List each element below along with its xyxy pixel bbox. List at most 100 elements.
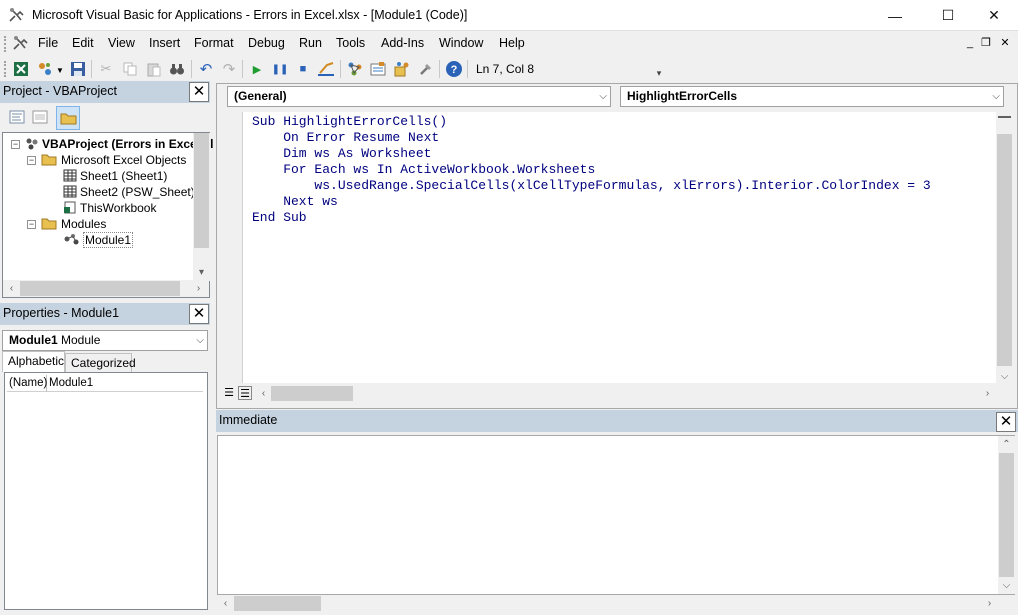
tree-node-module1[interactable]: Module1 [63, 232, 134, 248]
mdi-restore-button[interactable]: ❐ [978, 35, 994, 51]
code-line[interactable]: Dim ws As Worksheet [252, 146, 431, 162]
tab-alphabetic[interactable]: Alphabetic [2, 351, 65, 372]
object-browser-icon[interactable] [392, 59, 412, 79]
tree-node-modules[interactable]: Modules [41, 216, 106, 232]
minimize-window-button[interactable]: — [872, 0, 918, 31]
property-row[interactable]: (Name) Module1 [7, 375, 203, 392]
tree-node-sheet2[interactable]: Sheet2 (PSW_Sheet) [63, 184, 195, 200]
scroll-thumb[interactable] [234, 596, 321, 611]
view-code-icon[interactable] [8, 108, 28, 128]
view-object-icon[interactable] [31, 108, 51, 128]
scroll-right-icon[interactable]: › [190, 280, 207, 297]
scroll-left-icon[interactable]: ‹ [255, 385, 272, 402]
code-line[interactable]: On Error Resume Next [252, 130, 439, 146]
maximize-window-button[interactable]: ☐ [925, 0, 971, 31]
properties-icon[interactable] [368, 59, 388, 79]
scroll-thumb[interactable] [271, 386, 353, 401]
scroll-right-icon[interactable]: › [979, 385, 996, 402]
design-mode-icon[interactable] [316, 59, 336, 79]
tree-node-thisworkbook[interactable]: ThisWorkbook [63, 200, 156, 216]
insert-module-icon[interactable] [35, 59, 55, 79]
toolbar-grip[interactable] [4, 61, 7, 77]
menu-help[interactable]: Help [499, 36, 525, 50]
help-icon[interactable]: ? [444, 59, 464, 79]
immediate-pane-close-button[interactable]: ✕ [996, 412, 1016, 432]
mdi-close-button[interactable]: ✕ [997, 35, 1013, 51]
tree-node-vbaproject[interactable]: VBAProject (Errors in Excel.xl [25, 136, 213, 152]
immediate-hscroll[interactable]: ‹ › [217, 595, 1015, 612]
code-line[interactable]: For Each ws In ActiveWorkbook.Worksheets [252, 162, 595, 178]
code-line[interactable]: Next ws [252, 194, 338, 210]
menu-window[interactable]: Window [439, 36, 483, 50]
scroll-down-icon[interactable]: ⌵ [996, 368, 1013, 385]
project-pane-close-button[interactable]: ✕ [189, 82, 209, 102]
toggle-folders-button[interactable] [56, 106, 80, 130]
property-value[interactable]: Module1 [49, 375, 199, 392]
toolbox-icon[interactable] [416, 59, 436, 79]
find-icon[interactable] [167, 59, 187, 79]
close-window-button[interactable]: ✕ [971, 0, 1017, 31]
code-line[interactable]: Sub HighlightErrorCells() [252, 114, 447, 130]
object-combo[interactable]: (General) ⌵ [227, 86, 611, 107]
code-vscroll[interactable]: ⌵ [996, 110, 1013, 385]
immediate-vscroll[interactable]: ⌃ ⌵ [998, 436, 1015, 594]
full-module-view-icon[interactable]: ☰ [238, 386, 252, 400]
chevron-down-icon[interactable]: ⌵ [992, 87, 1000, 106]
menu-insert[interactable]: Insert [149, 36, 180, 50]
reset-icon[interactable]: ■ [293, 59, 313, 79]
scroll-thumb[interactable] [194, 133, 209, 248]
scroll-down-icon[interactable]: ⌵ [998, 577, 1015, 594]
properties-object-select[interactable]: Module1 Module ⌵ [2, 330, 208, 351]
scroll-up-icon[interactable]: ⌃ [998, 436, 1015, 453]
break-icon[interactable]: ❚❚ [270, 59, 290, 79]
split-bar-icon[interactable] [998, 116, 1011, 121]
insert-dropdown-icon[interactable]: ▼ [56, 66, 64, 75]
scroll-thumb[interactable] [997, 134, 1012, 366]
code-margin-indicator-bar[interactable] [219, 112, 243, 383]
code-line[interactable]: End Sub [252, 210, 307, 226]
run-icon[interactable]: ▶ [247, 59, 267, 79]
tree-collapse-icon[interactable]: − [11, 140, 20, 149]
paste-icon[interactable] [144, 59, 164, 79]
project-tree-hscroll[interactable]: ‹ › [3, 280, 209, 297]
mdi-minimize-button[interactable]: _ [962, 35, 978, 51]
menu-add-ins[interactable]: Add-Ins [381, 36, 424, 50]
scroll-thumb[interactable] [20, 281, 180, 296]
menu-format[interactable]: Format [194, 36, 234, 50]
menu-run[interactable]: Run [299, 36, 322, 50]
cut-icon[interactable]: ✂ [96, 59, 116, 79]
menu-tools[interactable]: Tools [336, 36, 365, 50]
copy-icon[interactable] [120, 59, 140, 79]
properties-pane-close-button[interactable]: ✕ [189, 304, 209, 324]
procedure-view-icon[interactable]: ☰ [222, 386, 236, 400]
undo-icon[interactable]: ↶ [196, 59, 216, 79]
scroll-thumb[interactable] [999, 453, 1014, 577]
tab-categorized[interactable]: Categorized [65, 353, 136, 373]
menu-edit[interactable]: Edit [72, 36, 94, 50]
toolbar-options-icon[interactable]: ▾ [652, 56, 666, 82]
code-editor[interactable]: Sub HighlightErrorCells() On Error Resum… [243, 112, 996, 383]
menubar-grip[interactable] [4, 36, 7, 52]
chevron-down-icon[interactable]: ⌵ [196, 331, 204, 350]
project-explorer-icon[interactable] [345, 59, 365, 79]
menu-debug[interactable]: Debug [248, 36, 285, 50]
menu-file[interactable]: File [38, 36, 58, 50]
tree-node-excel-objects[interactable]: Microsoft Excel Objects [41, 152, 186, 168]
tree-collapse-icon[interactable]: − [27, 220, 36, 229]
save-icon[interactable] [68, 59, 88, 79]
scroll-right-icon[interactable]: › [981, 595, 998, 612]
menu-view[interactable]: View [108, 36, 135, 50]
tree-collapse-icon[interactable]: − [27, 156, 36, 165]
chevron-down-icon[interactable]: ⌵ [599, 87, 607, 106]
scroll-left-icon[interactable]: ‹ [217, 595, 234, 612]
project-tree-vscroll[interactable]: ▾ [193, 133, 210, 281]
code-line[interactable]: ws.UsedRange.SpecialCells(xlCellTypeForm… [252, 178, 930, 194]
scroll-down-icon[interactable]: ▾ [193, 264, 210, 281]
vba-menu-icon[interactable] [12, 35, 29, 52]
scroll-left-icon[interactable]: ‹ [3, 280, 20, 297]
redo-icon[interactable]: ↷ [219, 59, 239, 79]
tree-node-sheet1[interactable]: Sheet1 (Sheet1) [63, 168, 167, 184]
excel-icon[interactable] [11, 59, 31, 79]
procedure-combo[interactable]: HighlightErrorCells ⌵ [620, 86, 1004, 107]
immediate-window[interactable]: ⌃ ⌵ [217, 435, 1015, 595]
